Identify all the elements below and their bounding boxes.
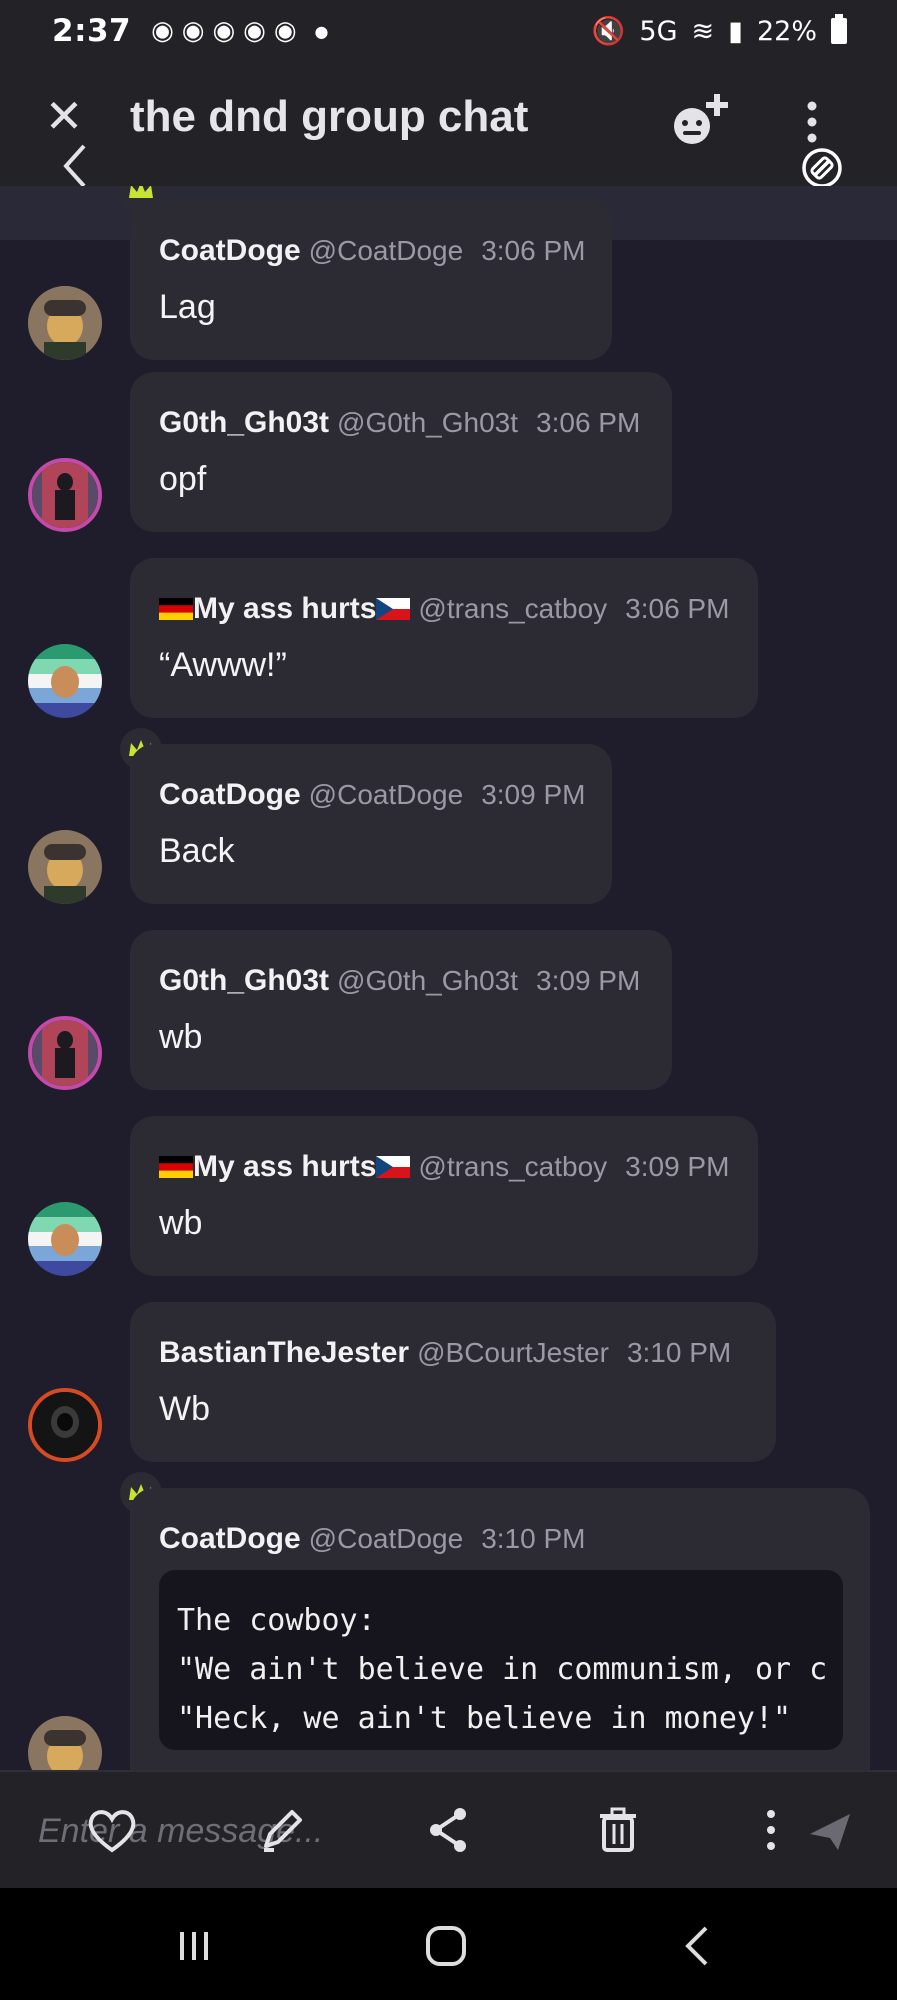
heart-icon[interactable] xyxy=(82,1800,142,1860)
edit-icon[interactable] xyxy=(252,1800,312,1860)
more-actions-icon[interactable] xyxy=(756,1800,786,1860)
germany-flag-icon xyxy=(159,1156,193,1178)
message-time: 3:06 PM xyxy=(625,593,730,624)
status-bar: 2:37 ◉ ◉ ◉ ◉ ◉ ● 🔇 5G ≋ ▮ 22% xyxy=(0,0,897,62)
home-icon[interactable] xyxy=(416,1916,476,1976)
status-time: 2:37 xyxy=(52,13,132,49)
discord-icon: ◉ xyxy=(212,16,236,46)
avatar[interactable] xyxy=(28,286,102,360)
message-text: Lag xyxy=(159,288,216,326)
avatar[interactable] xyxy=(28,1016,102,1090)
avatar[interactable] xyxy=(28,1388,102,1462)
czech-flag-icon xyxy=(376,1156,411,1178)
sender-name[interactable]: CoatDoge xyxy=(159,1522,301,1555)
message-time: 3:06 PM xyxy=(481,235,586,266)
sender-handle: @trans_catboy xyxy=(418,1151,608,1182)
message-bubble[interactable]: G0th_Gh03t @G0th_Gh03t 3:06 PM opf xyxy=(130,372,672,532)
message-time: 3:10 PM xyxy=(626,1337,732,1368)
add-member-button[interactable] xyxy=(670,90,732,150)
trash-icon[interactable] xyxy=(588,1800,648,1860)
system-navigation-bar xyxy=(0,1888,897,2000)
network-label: 5G xyxy=(639,15,678,47)
sender-name[interactable]: CoatDoge xyxy=(159,778,301,811)
message-bubble[interactable]: CoatDoge @CoatDoge 3:10 PM The cowboy: "We… xyxy=(130,1488,870,1770)
sender-handle: @trans_catboy xyxy=(418,593,608,624)
sender-handle: @BCourtJester xyxy=(417,1337,609,1368)
sender-name[interactable]: G0th_Gh03t xyxy=(159,964,329,997)
mute-icon: 🔇 xyxy=(591,16,626,47)
close-icon[interactable]: ✕ xyxy=(42,93,86,139)
notification-icons: ◉ ◉ ◉ ◉ ◉ ● xyxy=(151,16,328,46)
sender-handle: @CoatDoge xyxy=(308,779,464,810)
send-icon[interactable] xyxy=(800,1800,860,1860)
avatar[interactable] xyxy=(28,1202,102,1276)
message-bubble[interactable]: G0th_Gh03t @G0th_Gh03t 3:09 PM wb xyxy=(130,930,672,1090)
message-text: Wb xyxy=(159,1390,210,1428)
battery-label: 22% xyxy=(756,15,817,47)
message-composer: Enter a message... xyxy=(0,1770,897,1888)
discord-icon: ◉ xyxy=(273,16,297,46)
avatar[interactable] xyxy=(28,458,102,532)
sender-name[interactable]: BastianTheJester xyxy=(159,1336,409,1369)
message-text: wb xyxy=(159,1018,203,1056)
chat-header: ✕ the dnd group chat xyxy=(0,62,897,188)
message-bubble[interactable]: CoatDoge @CoatDoge 3:06 PM Lag xyxy=(130,200,612,360)
discord-icon: ◉ xyxy=(243,16,266,46)
battery-icon xyxy=(831,14,847,44)
sender-handle: @G0th_Gh03t xyxy=(337,407,519,438)
sender-handle: @CoatDoge xyxy=(308,235,464,266)
sender-name[interactable]: My ass hurts xyxy=(193,1150,376,1183)
discord-icon: ◉ xyxy=(181,16,205,46)
signal-icon: ▮ xyxy=(728,15,743,47)
status-right: 🔇 5G ≋ ▮ 22% xyxy=(591,14,847,47)
share-icon[interactable] xyxy=(418,1800,478,1860)
message-time: 3:09 PM xyxy=(481,779,586,810)
sender-handle: @G0th_Gh03t xyxy=(337,965,519,996)
message-list[interactable]: CoatDoge @CoatDoge 3:06 PM Lag G0th_Gh03t @… xyxy=(0,186,897,1770)
message-time: 3:10 PM xyxy=(481,1523,586,1554)
message-time: 3:09 PM xyxy=(625,1151,730,1182)
back-icon[interactable] xyxy=(60,142,100,192)
more-options-icon[interactable] xyxy=(800,98,824,148)
avatar[interactable] xyxy=(28,644,102,718)
back-navigation-icon[interactable] xyxy=(668,1916,728,1976)
sender-name[interactable]: CoatDoge xyxy=(159,234,301,267)
avatar[interactable] xyxy=(28,1716,102,1770)
message-bubble[interactable]: BastianTheJester @BCourtJester 3:10 PM Wb xyxy=(130,1302,776,1462)
discord-icon: ◉ xyxy=(151,16,174,46)
wifi-icon: ≋ xyxy=(691,15,715,47)
message-bubble[interactable]: My ass hurts @trans_catboy 3:09 PM wb xyxy=(130,1116,758,1276)
sender-name[interactable]: G0th_Gh03t xyxy=(159,406,329,439)
message-text: opf xyxy=(159,460,207,498)
sender-handle: @CoatDoge xyxy=(308,1523,464,1554)
message-text: “Awww!” xyxy=(159,646,287,684)
rotate-screen-icon[interactable] xyxy=(798,144,846,192)
sender-name[interactable]: My ass hurts xyxy=(193,592,376,625)
code-block: The cowboy: "We ain't believe in communi… xyxy=(159,1570,843,1750)
message-time: 3:06 PM xyxy=(536,407,641,438)
message-bubble[interactable]: CoatDoge @CoatDoge 3:09 PM Back xyxy=(130,744,612,904)
message-time: 3:09 PM xyxy=(536,965,641,996)
germany-flag-icon xyxy=(159,598,193,620)
chat-title: the dnd group chat xyxy=(130,92,529,141)
more-notifications-dot-icon: ● xyxy=(314,21,329,41)
recent-apps-icon[interactable] xyxy=(164,1916,224,1976)
avatar[interactable] xyxy=(28,830,102,904)
message-text: wb xyxy=(159,1204,203,1242)
message-bubble[interactable]: My ass hurts @trans_catboy 3:06 PM “Awww!” xyxy=(130,558,758,718)
message-text: Back xyxy=(159,832,235,870)
czech-flag-icon xyxy=(376,598,411,620)
